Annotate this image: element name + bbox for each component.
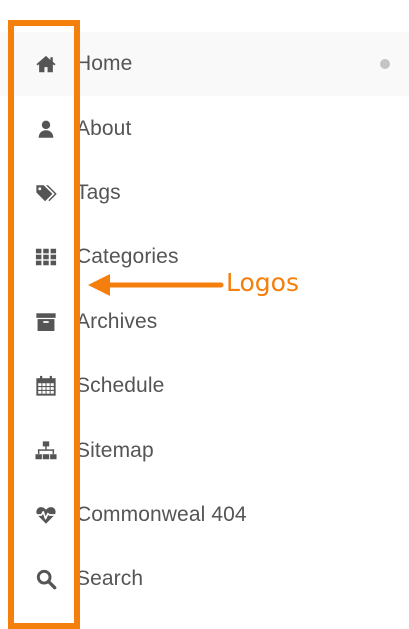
menu-item-label: Sitemap: [76, 438, 154, 462]
annotation-arrow-icon: [88, 274, 224, 296]
calendar-icon: [34, 374, 58, 398]
menu-item-label: Search: [76, 567, 144, 591]
menu-item-commonweal-404[interactable]: Commonweal 404: [0, 483, 409, 547]
menu-item-home[interactable]: Home: [0, 32, 409, 97]
sitemap-icon: [34, 439, 58, 463]
heartbeat-icon: [34, 503, 58, 527]
menu-item-label: About: [76, 116, 132, 140]
menu-item-tags[interactable]: Tags: [0, 161, 409, 225]
home-icon: [34, 52, 58, 76]
active-indicator-dot: [380, 59, 390, 70]
user-icon: [34, 117, 58, 141]
menu-item-label: Tags: [76, 180, 121, 204]
annotation-label: Logos: [226, 268, 299, 297]
menu-item-label: Home: [76, 52, 133, 76]
menu-item-search[interactable]: Search: [0, 547, 409, 611]
menu-item-archives[interactable]: Archives: [0, 290, 409, 354]
sidebar-menu: Home About Tags Categories Archives Sche…: [0, 32, 409, 612]
search-icon: [34, 567, 58, 591]
grid-icon: [34, 245, 58, 269]
archive-icon: [34, 310, 58, 334]
menu-item-label: Schedule: [76, 374, 165, 398]
menu-item-label: Categories: [76, 245, 179, 269]
menu-item-sitemap[interactable]: Sitemap: [0, 418, 409, 482]
menu-item-schedule[interactable]: Schedule: [0, 354, 409, 418]
menu-item-label: Commonweal 404: [76, 502, 247, 526]
menu-item-about[interactable]: About: [0, 96, 409, 160]
menu-item-label: Archives: [76, 309, 158, 333]
tags-icon: [34, 181, 58, 205]
